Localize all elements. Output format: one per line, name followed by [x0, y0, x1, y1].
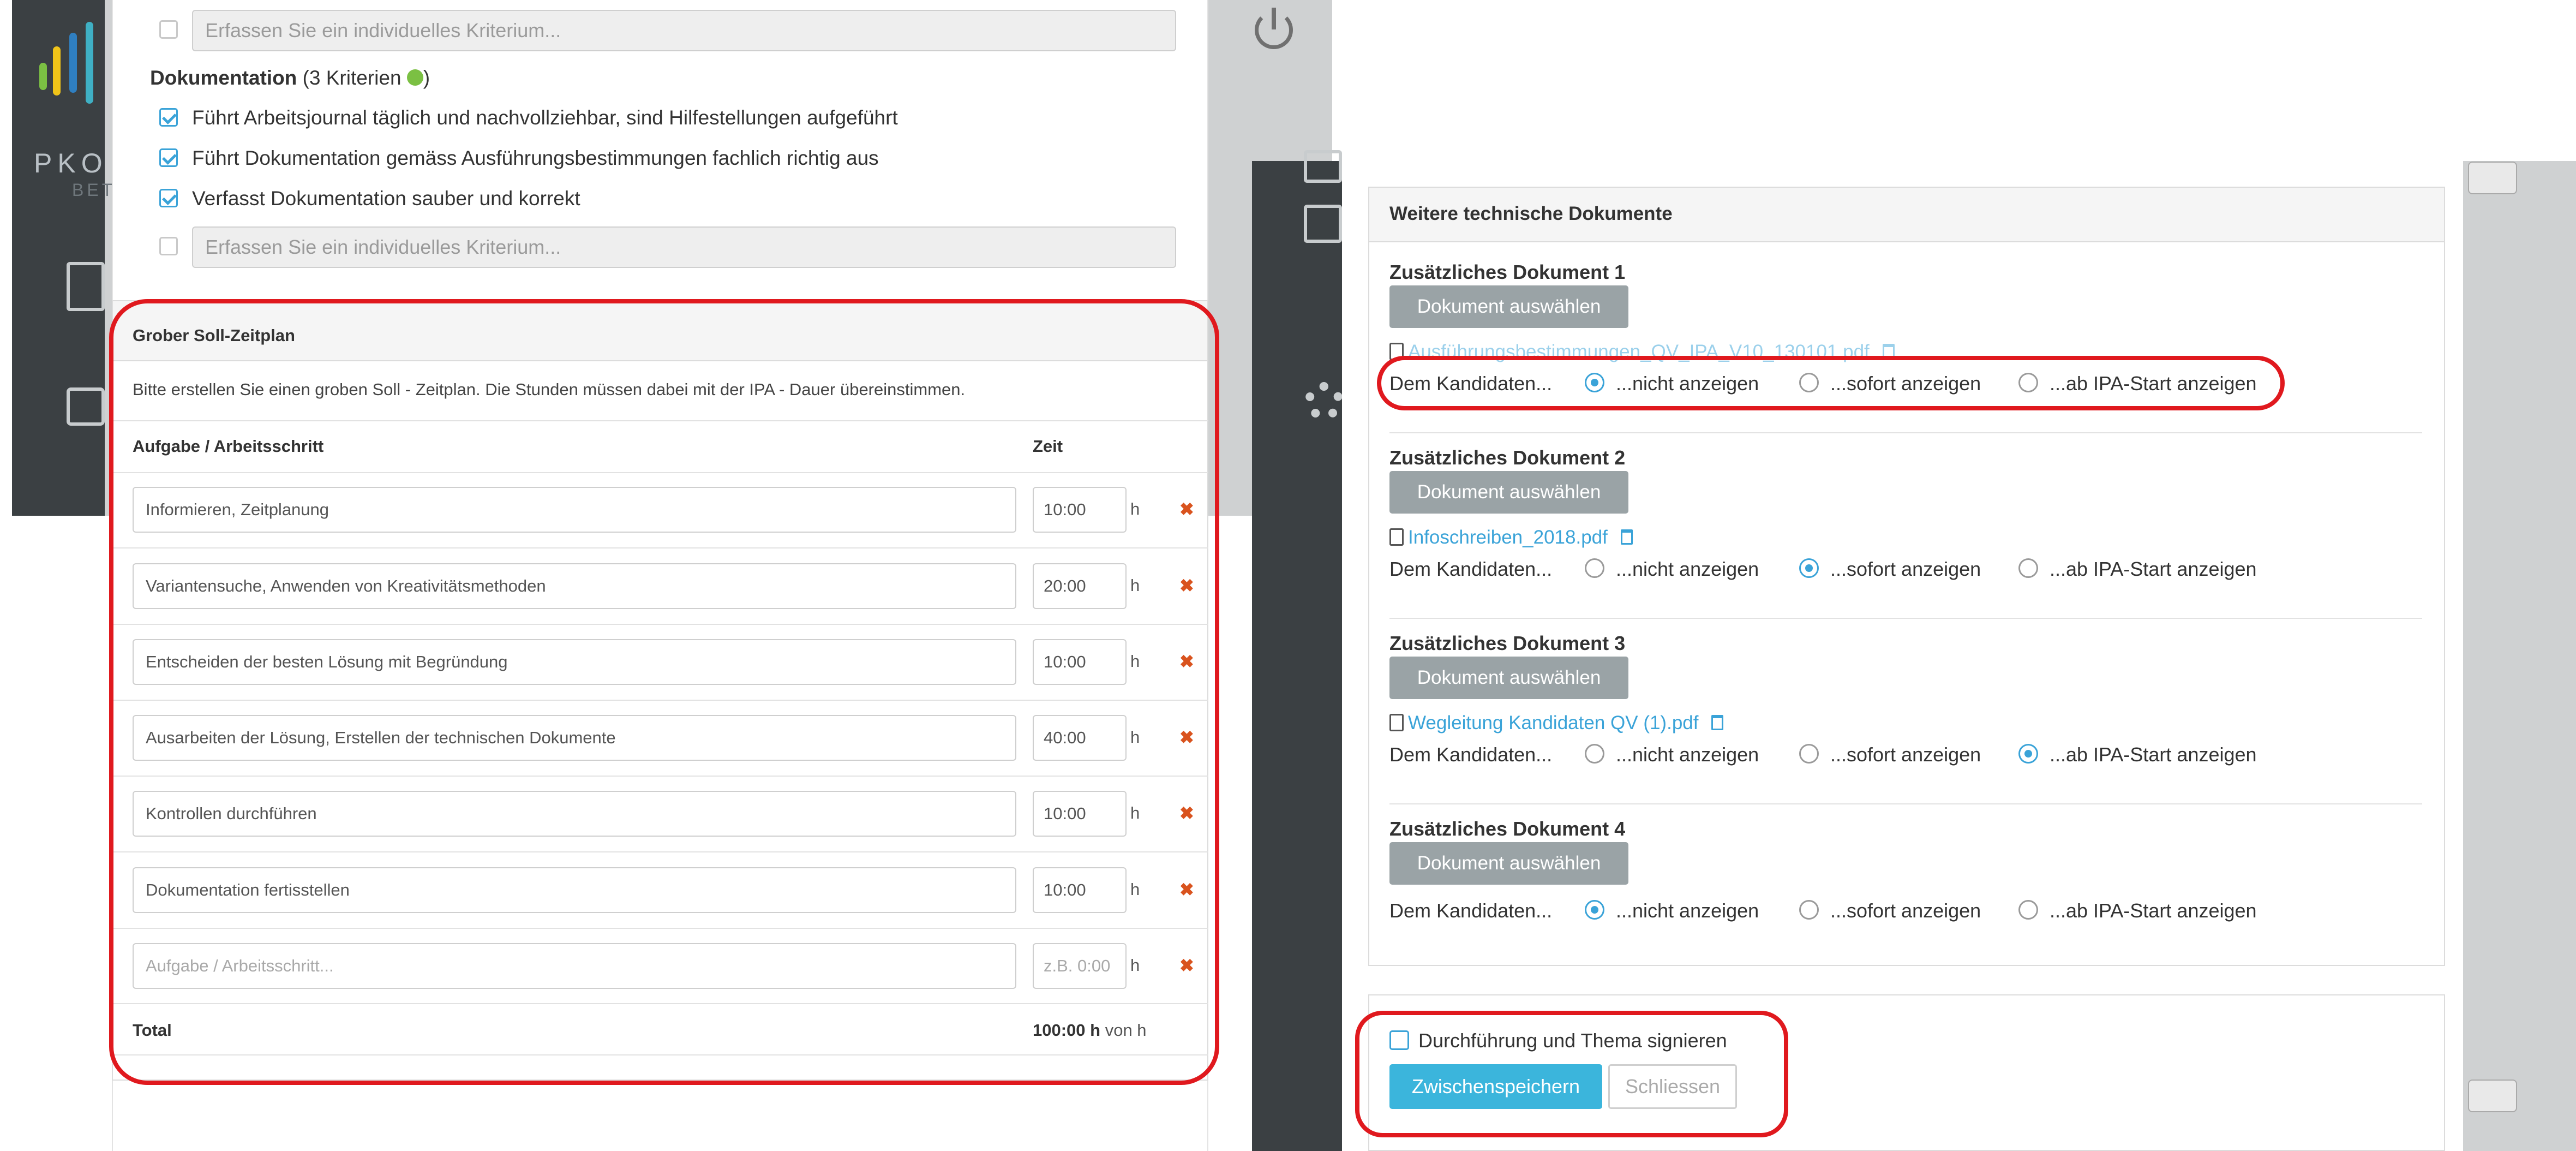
dokumentation-count: (3 Kriterien [302, 67, 402, 89]
documents-title: Weitere technische Dokumente [1389, 203, 1673, 224]
criterion-checkbox[interactable] [159, 237, 178, 255]
document-title: Zusätzliches Dokument 2 [1389, 446, 1626, 469]
choose-document-button[interactable]: Dokument auswählen [1389, 657, 1628, 699]
radio-not-show-label: ...nicht anzeigen [1616, 558, 1759, 580]
choose-document-button[interactable]: Dokument auswählen [1389, 285, 1628, 328]
radio-show-now[interactable] [1799, 744, 1819, 764]
highlight-visibility-options [1377, 356, 2285, 410]
highlight-zeitplan [109, 299, 1219, 1085]
visibility-label: Dem Kandidaten... [1389, 899, 1553, 922]
radio-not-show-label: ...nicht anzeigen [1616, 743, 1759, 766]
criterion-input[interactable]: Erfassen Sie ein individuelles Kriterium… [192, 226, 1176, 268]
pdf-file-icon [1389, 713, 1404, 731]
select-fragment [2468, 162, 2517, 194]
choose-document-button[interactable]: Dokument auswählen [1389, 842, 1628, 885]
visibility-label: Dem Kandidaten... [1389, 558, 1553, 580]
divider [1389, 803, 2422, 804]
criterion-checkbox[interactable] [159, 148, 178, 167]
logo-bar [53, 46, 61, 96]
logo-bar [69, 33, 77, 93]
file-name[interactable]: Infoschreiben_2018.pdf [1408, 527, 1608, 548]
radio-show-ipa-start-label: ...ab IPA-Start anzeigen [2050, 743, 2257, 766]
radio-show-ipa-start-label: ...ab IPA-Start anzeigen [2050, 899, 2257, 922]
criterion-label: Führt Arbeitsjournal täglich und nachvol… [192, 106, 898, 129]
pdf-file-icon [1389, 528, 1404, 546]
radio-show-now[interactable] [1799, 558, 1819, 578]
left-sidebar: PKO BET [12, 0, 112, 516]
document-title: Zusätzliches Dokument 3 [1389, 632, 1626, 654]
criterion-checkbox[interactable] [159, 189, 178, 207]
document-icon[interactable] [1304, 150, 1342, 183]
check-circle-icon [406, 69, 423, 86]
criterion-label: Verfasst Dokumentation sauber und korrek… [192, 187, 580, 210]
radio-show-now-label: ...sofort anzeigen [1830, 743, 1981, 766]
criterion-input[interactable]: Erfassen Sie ein individuelles Kriterium… [192, 10, 1176, 51]
radio-show-ipa-start-label: ...ab IPA-Start anzeigen [2050, 558, 2257, 580]
criterion-label: Führt Dokumentation gemäss Ausführungsbe… [192, 147, 879, 169]
document-title: Zusätzliches Dokument 4 [1389, 818, 1626, 840]
radio-show-now-label: ...sofort anzeigen [1830, 558, 1981, 580]
radio-show-now[interactable] [1799, 900, 1819, 920]
select-fragment [2468, 1080, 2517, 1112]
edit-icon[interactable] [67, 387, 105, 426]
power-icon-stem [1272, 8, 1276, 29]
trash-icon[interactable] [1711, 714, 1724, 730]
file-name[interactable]: Wegleitung Kandidaten QV (1).pdf [1408, 712, 1698, 733]
criterion-checkbox[interactable] [159, 20, 178, 39]
file-link[interactable]: Infoschreiben_2018.pdf [1389, 527, 1633, 548]
dokumentation-title: Dokumentation [150, 67, 297, 89]
radio-not-show[interactable] [1585, 744, 1604, 764]
dokumentation-count-close: ) [423, 67, 430, 89]
divider [1389, 618, 2422, 619]
radio-show-ipa-start[interactable] [2018, 558, 2038, 578]
document-icon[interactable] [67, 262, 105, 311]
gear-icon[interactable] [1305, 382, 1343, 420]
logo-subtext: BET [72, 180, 116, 200]
radio-not-show-label: ...nicht anzeigen [1616, 899, 1759, 922]
document-title: Zusätzliches Dokument 1 [1389, 261, 1626, 283]
radio-show-now-label: ...sofort anzeigen [1830, 899, 1981, 922]
logo-bar [39, 63, 47, 90]
edit-icon[interactable] [1304, 205, 1342, 243]
radio-show-ipa-start[interactable] [2018, 900, 2038, 920]
radio-not-show[interactable] [1585, 900, 1604, 920]
dokumentation-heading: Dokumentation (3 Kriterien ) [150, 67, 430, 90]
visibility-label: Dem Kandidaten... [1389, 743, 1553, 766]
choose-document-button[interactable]: Dokument auswählen [1389, 471, 1628, 514]
criterion-checkbox[interactable] [159, 108, 178, 127]
logo-text: PKO [34, 148, 108, 178]
logo-bar [86, 22, 93, 104]
trash-icon[interactable] [1620, 529, 1633, 545]
file-link[interactable]: Wegleitung Kandidaten QV (1).pdf [1389, 712, 1724, 734]
highlight-sign-section [1355, 1011, 1788, 1137]
radio-show-ipa-start[interactable] [2018, 744, 2038, 764]
divider [1389, 432, 2422, 433]
radio-not-show[interactable] [1585, 558, 1604, 578]
